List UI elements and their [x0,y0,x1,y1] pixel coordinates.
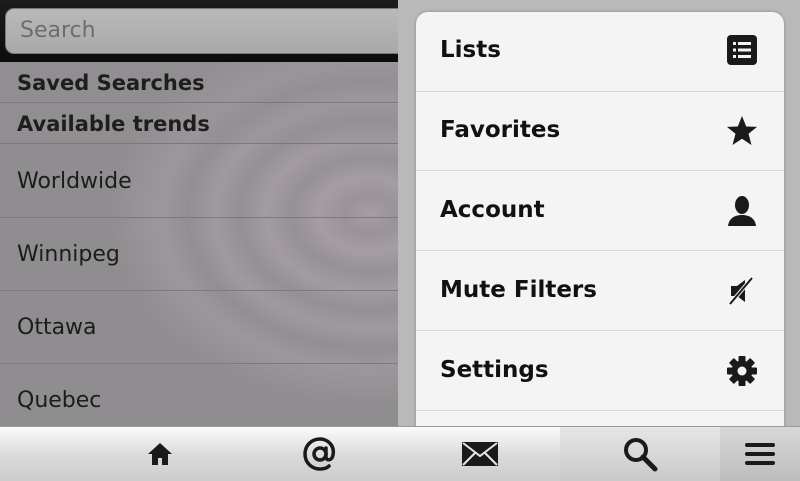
menu-item-label: Mute Filters [440,277,597,303]
list-icon [727,35,757,65]
search-icon [624,438,658,472]
menu-item-label: Settings [440,357,549,383]
tab-messages[interactable] [400,427,560,481]
search-input[interactable]: Search [5,8,425,54]
overflow-menu: Lists Favorites Account Mute Filters Set… [416,12,784,452]
menu-item-favorites[interactable]: Favorites [416,91,784,171]
menu-item-lists[interactable]: Lists [416,12,784,92]
menu-item-account[interactable]: Account [416,171,784,251]
trend-item-winnipeg[interactable]: Winnipeg [0,218,400,291]
tab-menu[interactable] [720,427,800,481]
menu-icon [745,443,775,465]
home-icon [148,443,172,465]
menu-item-label: Lists [440,37,501,63]
tab-mentions[interactable] [240,427,400,481]
trend-item-ottawa[interactable]: Ottawa [0,291,400,364]
gear-icon [727,356,757,386]
trend-item-worldwide[interactable]: Worldwide [0,145,400,218]
menu-item-label: Account [440,197,545,223]
saved-searches-header[interactable]: Saved Searches [0,63,400,103]
trend-item-quebec[interactable]: Quebec [0,364,400,426]
menu-item-mute-filters[interactable]: Mute Filters [416,251,784,331]
bottom-tab-bar [0,426,800,481]
menu-item-settings[interactable]: Settings [416,331,784,411]
available-trends-header: Available trends [0,104,400,144]
menu-item-label: Favorites [440,117,561,143]
tab-home[interactable] [80,427,240,481]
mute-icon [728,276,754,306]
tab-search[interactable] [560,427,720,481]
envelope-icon [462,442,498,466]
star-icon [727,116,757,145]
person-icon [728,196,756,226]
at-icon [303,437,336,471]
